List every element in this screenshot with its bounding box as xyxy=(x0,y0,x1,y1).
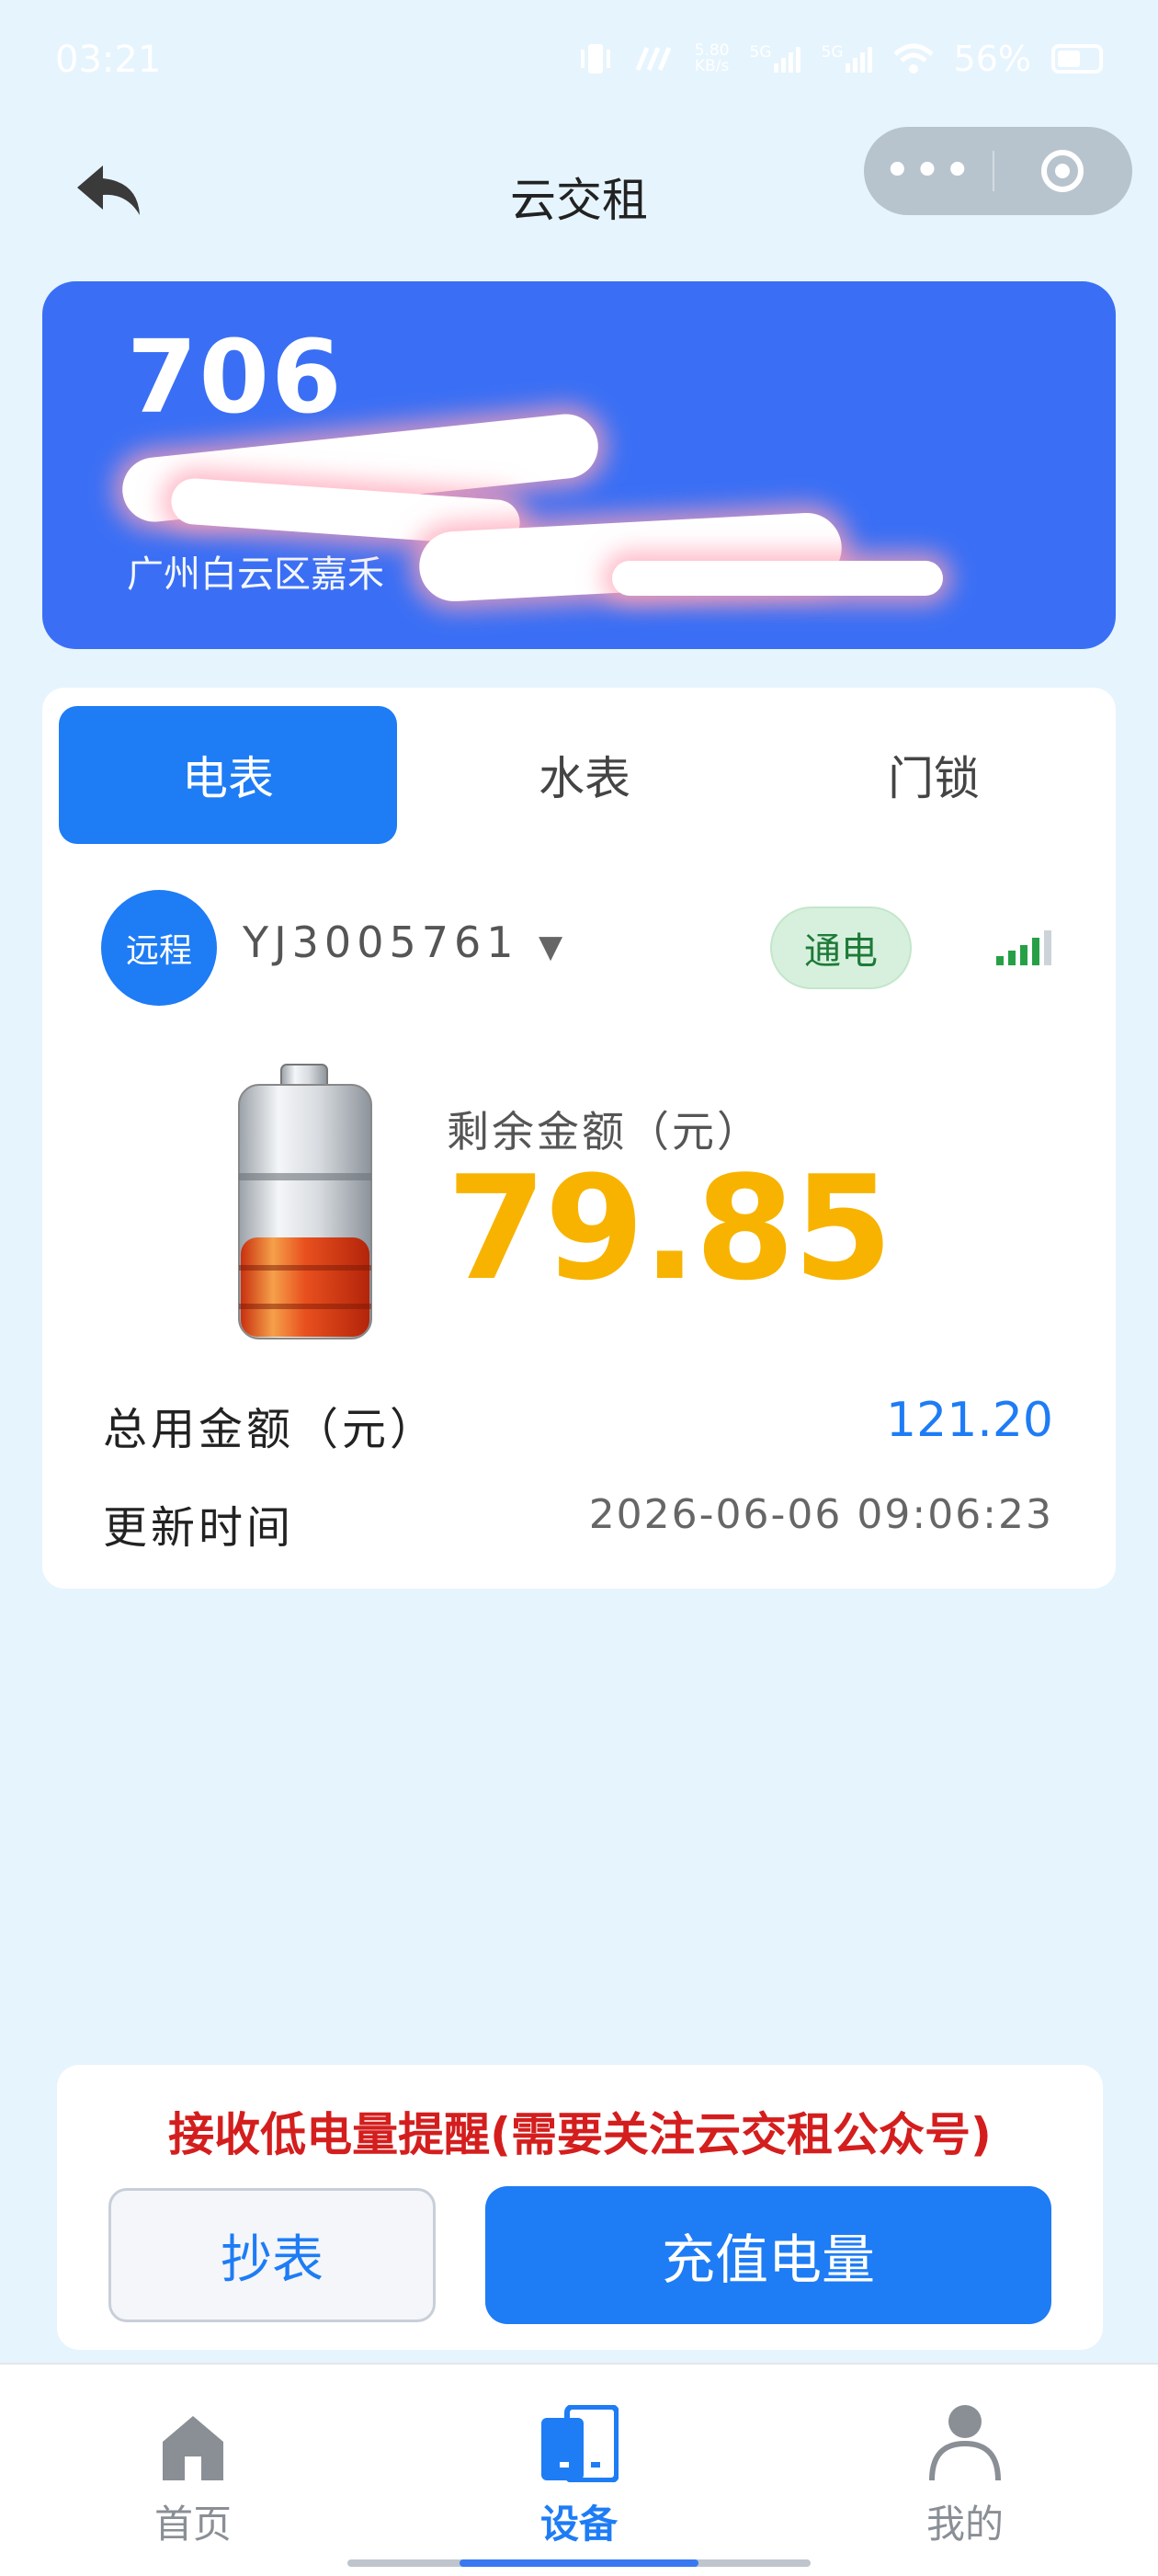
battery-icon xyxy=(1051,44,1103,74)
update-time-value: 2026-06-06 09:06:23 xyxy=(588,1491,1053,1538)
status-icons: 5.80 KB/s 5G 5G 56% xyxy=(577,39,1103,79)
total-amount-label: 总用金额（元） xyxy=(103,1404,438,1455)
nav-mine[interactable]: 我的 xyxy=(855,2399,1075,2549)
sim1-signal: 5G xyxy=(750,45,801,73)
battery-percent: 56% xyxy=(953,39,1031,79)
room-number: 706 xyxy=(127,318,344,436)
redaction-mark xyxy=(612,561,943,596)
close-capsule-button[interactable] xyxy=(994,150,1130,192)
status-bar: 03:21 5.80 KB/s 5G 5G 56% xyxy=(0,0,1158,124)
remaining-amount-value: 79.85 xyxy=(447,1145,892,1312)
battery-level-icon xyxy=(238,1064,372,1339)
tab-electric-meter[interactable]: 电表 xyxy=(59,706,397,844)
signal-icon xyxy=(845,47,872,73)
remote-badge: 远程 xyxy=(101,890,217,1006)
signal-icon xyxy=(773,47,800,73)
more-icon[interactable]: ••• xyxy=(864,143,993,199)
nav-mine-label: 我的 xyxy=(925,2502,1004,2547)
nav-device[interactable]: 设备 xyxy=(469,2399,689,2549)
wifi-icon xyxy=(892,43,934,74)
meter-tabs: 电表 水表 门锁 xyxy=(42,688,1116,844)
home-indicator-highlight xyxy=(460,2559,698,2567)
signal-strength-icon xyxy=(996,929,1061,965)
chevron-down-icon[interactable]: ▼ xyxy=(539,929,562,965)
target-icon xyxy=(1041,150,1084,192)
read-meter-button[interactable]: 抄表 xyxy=(108,2188,436,2322)
total-amount-value: 121.20 xyxy=(886,1393,1053,1448)
tab-water-meter[interactable]: 水表 xyxy=(447,706,722,844)
status-time: 03:21 xyxy=(55,39,162,81)
sim2-signal: 5G xyxy=(822,45,873,73)
sim1-label: 5G xyxy=(749,43,772,62)
device-icon xyxy=(541,2405,619,2482)
tab-door-lock[interactable]: 门锁 xyxy=(796,706,1072,844)
nav-home-label: 首页 xyxy=(153,2502,232,2547)
device-id-selector[interactable]: YJ3005761 xyxy=(243,918,519,967)
mini-program-capsule: ••• xyxy=(864,127,1132,215)
vibrate-icon xyxy=(580,44,610,74)
sim2-label: 5G xyxy=(821,43,844,62)
speed-unit: KB/s xyxy=(694,57,730,75)
nav-home[interactable]: 首页 xyxy=(83,2399,303,2549)
nfc-icon xyxy=(635,47,671,71)
recharge-button[interactable]: 充值电量 xyxy=(485,2186,1051,2324)
room-card: 706 广州白云区嘉禾 xyxy=(42,281,1116,649)
home-icon xyxy=(163,2416,223,2480)
power-status-badge: 通电 xyxy=(770,906,912,989)
user-icon xyxy=(929,2405,1001,2481)
update-time-label: 更新时间 xyxy=(103,1502,295,1554)
nav-device-label: 设备 xyxy=(539,2502,618,2547)
network-speed: 5.80 KB/s xyxy=(695,43,730,74)
room-address: 广州白云区嘉禾 xyxy=(127,553,384,596)
low-power-reminder-link[interactable]: 接收低电量提醒(需要关注云交租公众号) xyxy=(57,2098,1103,2164)
